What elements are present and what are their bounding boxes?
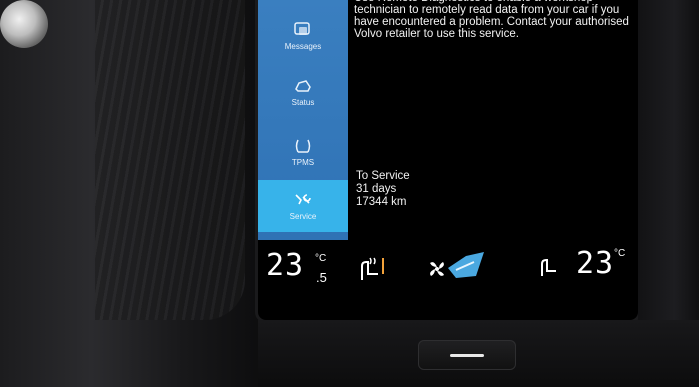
- messages-icon: [294, 22, 310, 35]
- right-bezel: [638, 0, 699, 320]
- seat-icon[interactable]: [536, 254, 562, 280]
- sidebar-item-label: Messages: [284, 42, 322, 51]
- tire-pressure-icon: [295, 139, 311, 153]
- car-dashboard: Messages Status TPMS Service technician …: [0, 0, 699, 387]
- sidebar-item-tpms[interactable]: TPMS: [258, 130, 348, 174]
- sidebar-item-service[interactable]: Service: [258, 180, 348, 232]
- service-summary: To Service 31 days 17344 km: [356, 170, 410, 209]
- wrench-service-icon: [295, 194, 311, 205]
- air-vent: [95, 0, 245, 320]
- sidebar-item-label: Service: [289, 212, 317, 221]
- center-display: Messages Status TPMS Service technician …: [258, 0, 638, 320]
- left-temperature[interactable]: 23: [266, 248, 304, 283]
- left-temperature-decimal: .5: [316, 270, 327, 285]
- climate-bar: 23 °C .5 23 °C: [258, 240, 638, 300]
- service-panel: Use Remote Diagnostics to enable a works…: [354, 0, 634, 240]
- car-status-icon: [295, 80, 311, 92]
- sidebar-item-label: Status: [291, 98, 315, 107]
- right-temperature[interactable]: 23: [576, 246, 614, 281]
- sidebar-item-label: TPMS: [291, 158, 315, 167]
- sidebar-item-messages[interactable]: Messages: [258, 14, 348, 58]
- right-temperature-unit: °C: [614, 248, 626, 259]
- left-bezel: [0, 0, 262, 387]
- service-distance: 17344 km: [356, 196, 407, 208]
- left-temperature-unit: °C: [315, 253, 327, 264]
- remote-diagnostics-notice: Use Remote Diagnostics to enable a works…: [354, 0, 629, 40]
- sidebar-item-status[interactable]: Status: [258, 70, 348, 114]
- home-button[interactable]: [418, 340, 516, 370]
- service-heading: To Service: [356, 170, 410, 182]
- service-days: 31 days: [356, 183, 397, 195]
- seat-heater-icon[interactable]: [356, 254, 386, 284]
- volume-knob[interactable]: [0, 0, 48, 48]
- climate-icon[interactable]: [444, 248, 488, 284]
- app-sidebar: Messages Status TPMS Service: [258, 0, 348, 240]
